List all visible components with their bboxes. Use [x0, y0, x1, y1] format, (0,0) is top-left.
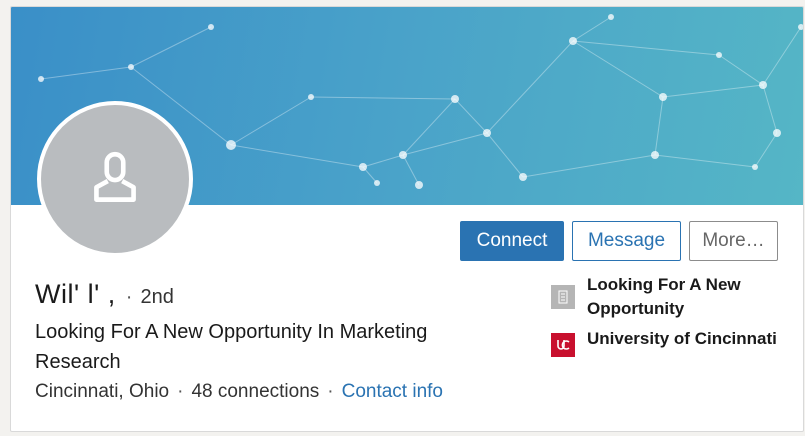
- profile-headline: Looking For A New Opportunity In Marketi…: [35, 321, 428, 373]
- profile-name: Wil' l' ,: [35, 279, 116, 309]
- university-logo-icon: [551, 333, 575, 357]
- current-position-label: Looking For A New Opportunity: [587, 275, 741, 318]
- current-position[interactable]: Looking For A New Opportunity: [551, 273, 801, 321]
- profile-side-info: Looking For A New Opportunity University…: [551, 273, 801, 363]
- profile-location: Cincinnati, Ohio: [35, 381, 170, 402]
- connections-count[interactable]: 48 connections: [191, 381, 319, 403]
- education[interactable]: University of Cincinnati: [551, 327, 801, 357]
- name-row: Wil' l' , · 2nd: [35, 279, 174, 310]
- person-placeholder-icon: [94, 152, 136, 202]
- profile-actions: Connect Message More…: [460, 221, 778, 261]
- separator-dot: ·: [327, 381, 334, 402]
- education-label: University of Cincinnati: [587, 329, 777, 348]
- connect-button[interactable]: Connect: [460, 221, 564, 261]
- message-button[interactable]: Message: [572, 221, 681, 261]
- separator-dot: ·: [177, 381, 184, 402]
- company-placeholder-icon: [551, 285, 575, 309]
- contact-info-link[interactable]: Contact info: [342, 381, 443, 403]
- avatar[interactable]: [37, 101, 193, 257]
- more-button[interactable]: More…: [689, 221, 778, 261]
- profile-card: Connect Message More… Wil' l' , · 2nd Lo…: [10, 6, 804, 432]
- degree-separator: ·: [125, 286, 133, 308]
- location-row: Cincinnati, Ohio · 48 connections · Cont…: [35, 381, 443, 403]
- connection-degree: 2nd: [140, 286, 174, 308]
